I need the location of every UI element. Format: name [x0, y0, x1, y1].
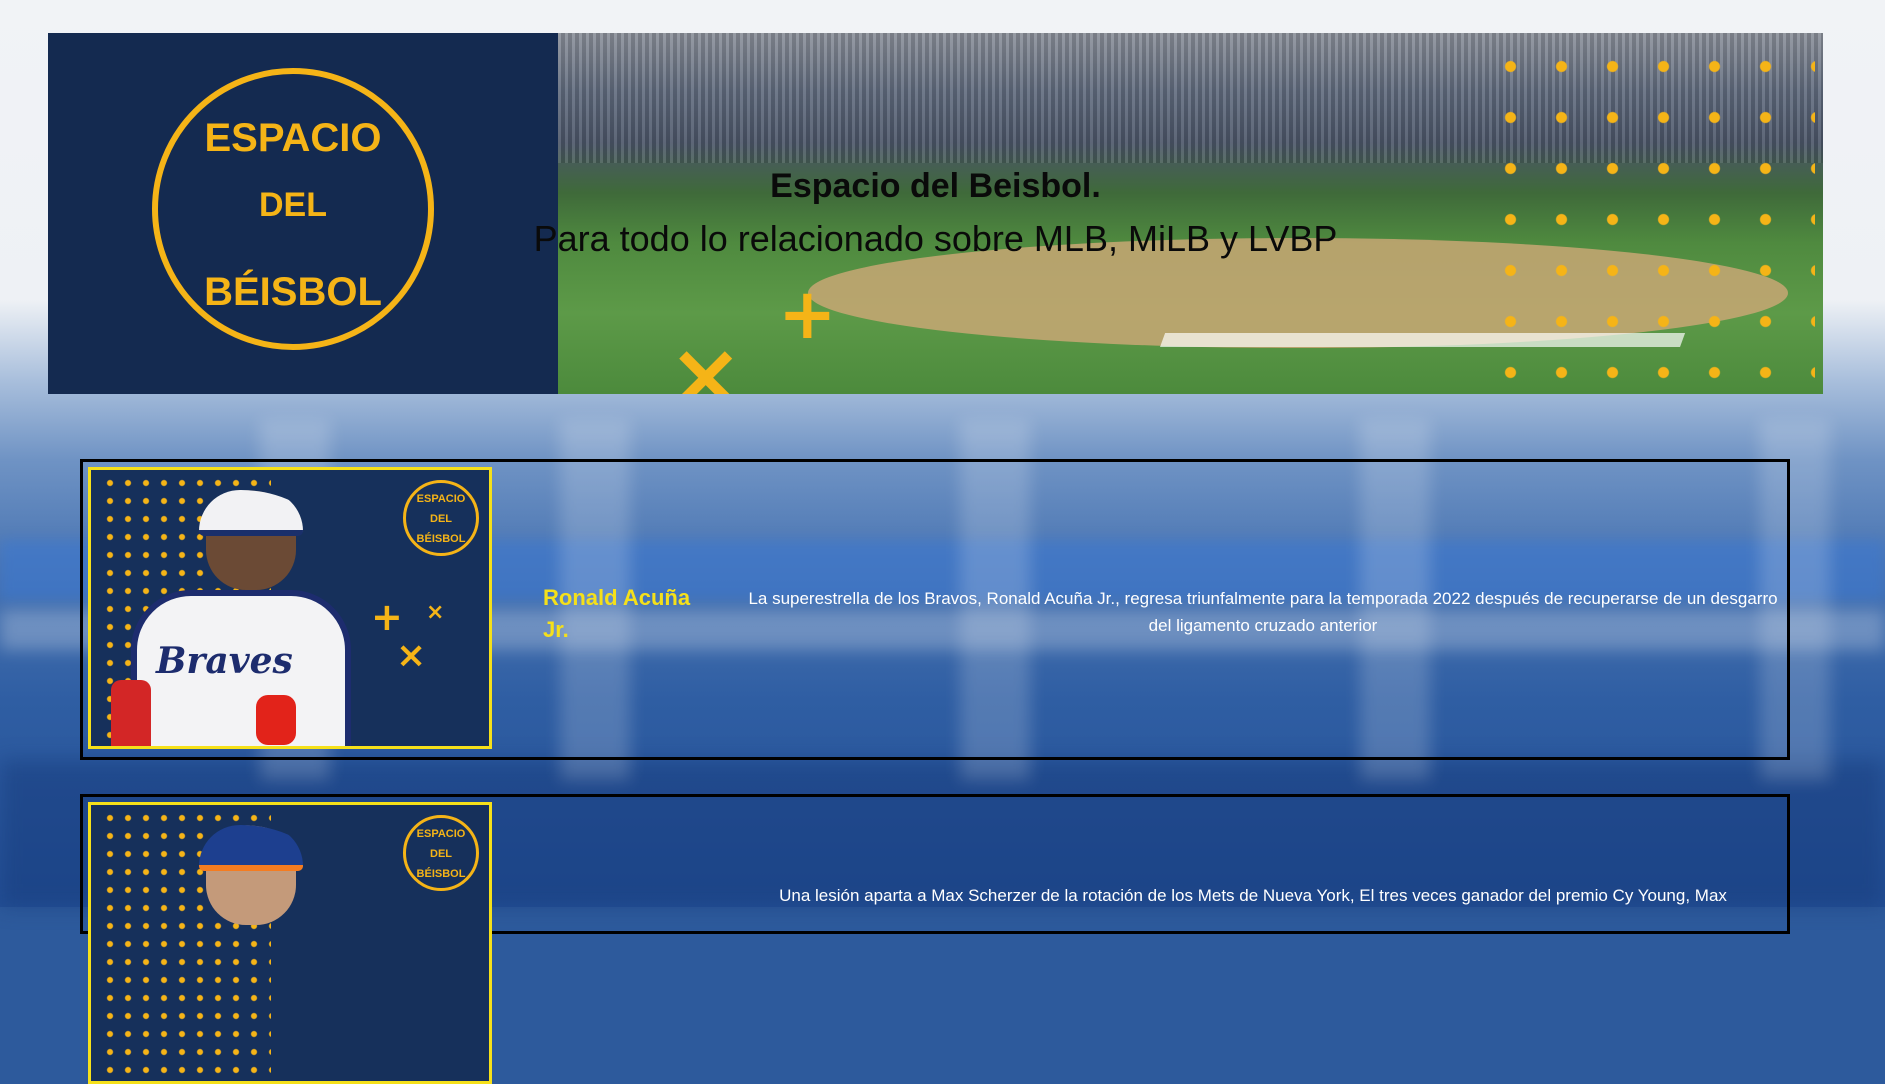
jersey-text: Braves: [156, 640, 293, 682]
player-name[interactable]: Ronald Acuña Jr.: [543, 582, 718, 646]
news-card-image[interactable]: Braves + × × ESPACIO DEL BÉISBOL: [88, 467, 492, 749]
player-photo: [111, 825, 361, 1081]
player-photo: Braves: [111, 490, 361, 746]
page-subtitle: Para todo lo relacionado sobre MLB, MiLB…: [533, 218, 1338, 259]
logo-text-top: ESPACIO: [204, 116, 382, 160]
plus-decoration-icon: +: [778, 273, 837, 355]
mini-logo: ESPACIO DEL BÉISBOL: [403, 480, 479, 556]
page-title: Espacio del Beisbol.: [770, 167, 1101, 205]
mini-logo: ESPACIO DEL BÉISBOL: [403, 815, 479, 891]
site-header-banner: ESPACIO DEL BÉISBOL + × Espacio del Beis…: [48, 33, 1823, 394]
cross-decoration-icon: ×: [668, 323, 744, 394]
news-card-description: La superestrella de los Bravos, Ronald A…: [748, 589, 1778, 635]
site-logo[interactable]: ESPACIO DEL BÉISBOL: [152, 68, 434, 350]
plus-decoration-icon: +: [371, 595, 403, 639]
news-card-image[interactable]: ESPACIO DEL BÉISBOL: [88, 802, 492, 1084]
news-card[interactable]: Braves + × × ESPACIO DEL BÉISBOL Ronald …: [80, 459, 1790, 760]
banner-dot-pattern: [1485, 41, 1815, 381]
news-card-description: Una lesión aparta a Max Scherzer de la r…: [779, 886, 1727, 905]
logo-text-bottom: BÉISBOL: [204, 270, 382, 314]
cross-decoration-icon: ×: [426, 600, 445, 625]
news-card[interactable]: ESPACIO DEL BÉISBOL Una lesión aparta a …: [80, 794, 1790, 1084]
cross-decoration-icon: ×: [396, 635, 427, 676]
